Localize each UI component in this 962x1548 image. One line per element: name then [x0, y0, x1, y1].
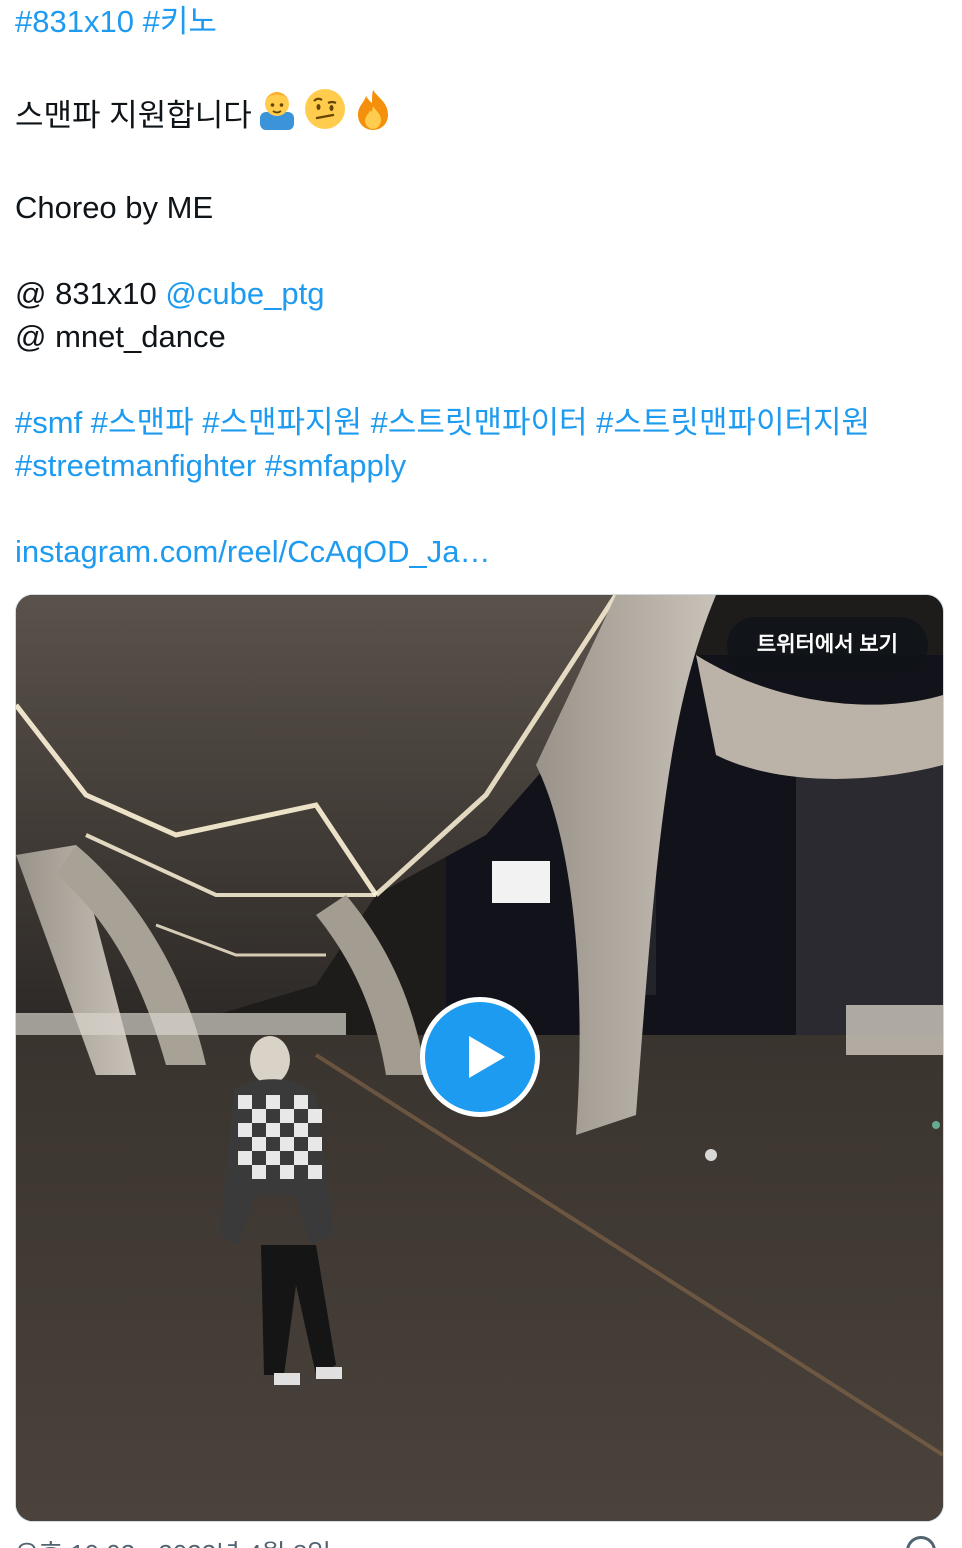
tweet-text: 스맨파 지원합니다	[15, 98, 252, 133]
mention-line-1: @ 831x10 @cube_ptg	[15, 272, 943, 315]
hashtag-block[interactable]: #smf #스맨파 #스맨파지원 #스트릿맨파이터 #스트릿맨파이터지원 #st…	[15, 401, 943, 487]
fire-emoji	[350, 86, 396, 143]
info-icon[interactable]	[906, 1536, 936, 1548]
mention-line-2: @ mnet_dance	[15, 319, 226, 354]
tweet-text-line: 스맨파 지원합니다	[15, 86, 943, 143]
tweet-timestamp[interactable]: 오후 10:02 · 2022년 4월 8일	[15, 1534, 331, 1548]
play-icon	[469, 1036, 505, 1078]
mention-cube-ptg[interactable]: @cube_ptg	[165, 276, 324, 311]
play-button[interactable]	[420, 997, 540, 1117]
tweet-body: #831x10 #키노 스맨파 지원합니다 Choreo by ME @ 831…	[15, 0, 943, 573]
instagram-link[interactable]: instagram.com/reel/CcAqOD_Ja…	[15, 530, 943, 573]
hashtag-row: #831x10 #키노	[15, 0, 943, 43]
choreo-line: Choreo by ME	[15, 190, 214, 225]
video-player[interactable]: 트위터에서 보기	[15, 594, 944, 1522]
view-on-twitter-button[interactable]: 트위터에서 보기	[726, 617, 928, 673]
genie-emoji	[254, 86, 300, 143]
raised-eyebrow-emoji	[302, 86, 348, 143]
hashtag-kino[interactable]: #키노	[143, 4, 217, 39]
mention-prefix: @ 831x10	[15, 276, 166, 311]
hashtag-831x10[interactable]: #831x10	[15, 4, 134, 39]
